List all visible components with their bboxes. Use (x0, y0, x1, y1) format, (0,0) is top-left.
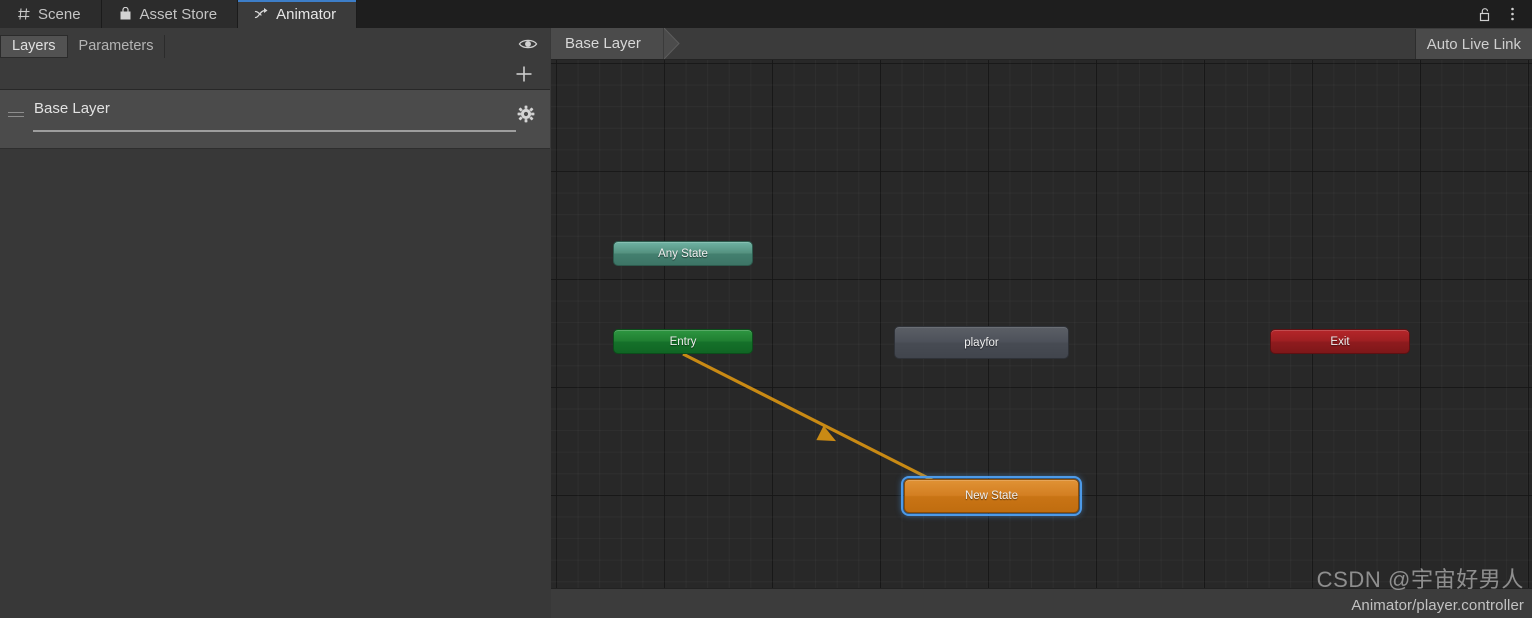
branch-icon (254, 7, 269, 22)
breadcrumb-base-layer[interactable]: Base Layer (551, 28, 663, 59)
state-node-new-state[interactable]: New State (901, 476, 1082, 516)
window-tab-bar: Scene Asset Store Animator (0, 0, 1532, 28)
tab-asset-store-label: Asset Store (139, 5, 218, 23)
layer-name-label: Base Layer (34, 100, 110, 117)
tab-animator-label: Animator (276, 5, 337, 23)
state-node-any-state[interactable]: Any State (613, 241, 753, 266)
status-path-label: Animator/player.controller (1351, 597, 1524, 614)
tab-layers[interactable]: Layers (0, 34, 68, 58)
breadcrumb-bar: Base Layer Auto Live Link (551, 28, 1532, 60)
transition-arrowhead-icon (816, 425, 837, 442)
gear-icon[interactable] (516, 104, 536, 124)
transition-line (682, 352, 935, 483)
drag-handle-icon[interactable] (8, 112, 24, 119)
layers-parameters-tabrow: Layers Parameters (0, 28, 550, 60)
transition-entry-to-new-state[interactable] (682, 352, 935, 483)
breadcrumb-label: Base Layer (565, 35, 641, 52)
unlocked-padlock-icon[interactable] (1476, 5, 1492, 23)
state-node-label: Any State (658, 247, 708, 260)
state-node-playfor[interactable]: playfor (894, 326, 1069, 359)
tab-parameters[interactable]: Parameters (68, 34, 166, 58)
vertical-ellipsis-icon[interactable] (1504, 5, 1520, 23)
layers-panel: Layers Parameters Base Layer (0, 28, 550, 618)
breadcrumb-chevron-icon (663, 28, 686, 60)
window-controls (1476, 0, 1532, 28)
tab-parameters-label: Parameters (78, 38, 154, 54)
animator-graph-panel: Base Layer Auto Live Link Any State Entry… (551, 28, 1532, 618)
auto-live-link-button[interactable]: Auto Live Link (1414, 29, 1532, 59)
add-layer-row (0, 60, 550, 90)
layer-row-base-layer[interactable]: Base Layer (0, 90, 550, 149)
state-node-entry[interactable]: Entry (613, 329, 753, 354)
tab-animator[interactable]: Animator (238, 0, 358, 28)
tab-bar-spacer (357, 0, 1476, 28)
state-machine-canvas[interactable]: Any State Entry playfor Exit New State (551, 60, 1532, 618)
plus-icon[interactable] (512, 62, 536, 86)
state-node-label: Entry (669, 335, 697, 348)
layers-empty-area (0, 149, 550, 618)
state-node-exit[interactable]: Exit (1270, 329, 1410, 354)
state-node-label: playfor (964, 336, 999, 349)
state-node-label: Exit (1330, 335, 1350, 348)
tab-layers-label: Layers (12, 38, 56, 54)
auto-live-link-label: Auto Live Link (1426, 35, 1521, 53)
tab-scene[interactable]: Scene (0, 0, 102, 28)
state-node-label: New State (964, 490, 1019, 502)
eye-icon[interactable] (518, 35, 538, 53)
graph-status-bar: Animator/player.controller (551, 588, 1532, 618)
tab-asset-store[interactable]: Asset Store (101, 0, 239, 28)
tab-scene-label: Scene (38, 5, 81, 23)
layer-weight-bar[interactable] (33, 130, 516, 132)
animator-window: Scene Asset Store Animator Layers Parame… (0, 0, 1532, 618)
bag-icon (118, 7, 133, 22)
grid-icon (16, 7, 31, 22)
